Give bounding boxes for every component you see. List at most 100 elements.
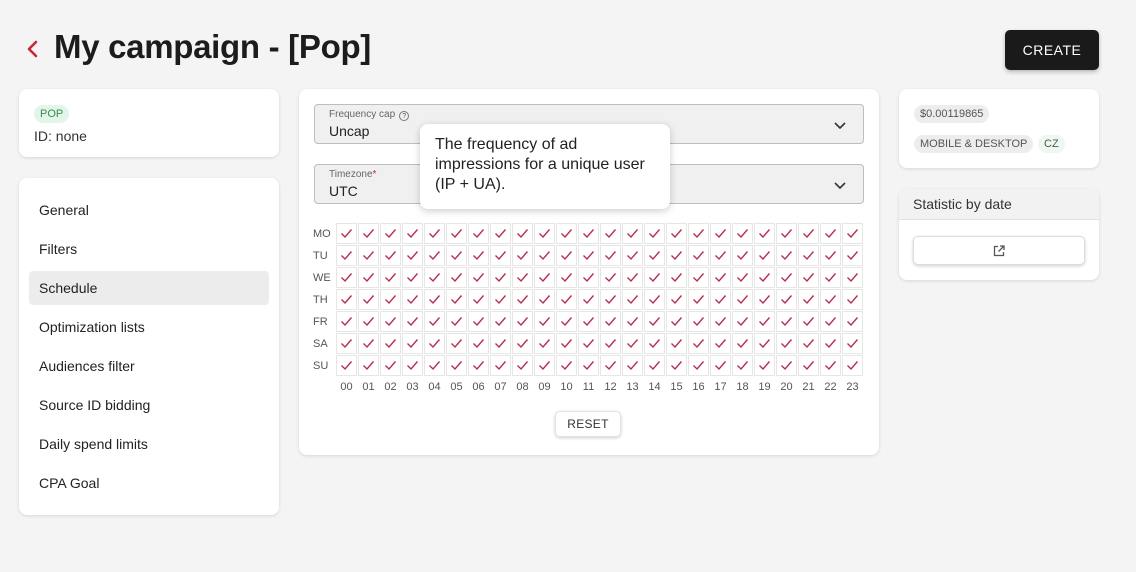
schedule-cell[interactable] <box>688 267 709 288</box>
schedule-cell[interactable] <box>424 333 445 354</box>
schedule-cell[interactable] <box>754 289 775 310</box>
schedule-cell[interactable] <box>776 355 797 376</box>
schedule-cell[interactable] <box>380 267 401 288</box>
schedule-cell[interactable] <box>666 223 687 244</box>
hour-label-13[interactable]: 13 <box>622 381 643 393</box>
schedule-cell[interactable] <box>754 267 775 288</box>
schedule-cell[interactable] <box>776 267 797 288</box>
hour-label-19[interactable]: 19 <box>754 381 775 393</box>
schedule-cell[interactable] <box>402 311 423 332</box>
schedule-cell[interactable] <box>556 267 577 288</box>
schedule-cell[interactable] <box>600 311 621 332</box>
schedule-cell[interactable] <box>798 223 819 244</box>
schedule-cell[interactable] <box>622 267 643 288</box>
schedule-cell[interactable] <box>468 311 489 332</box>
schedule-cell[interactable] <box>578 267 599 288</box>
schedule-cell[interactable] <box>666 333 687 354</box>
schedule-cell[interactable] <box>578 289 599 310</box>
nav-item-source-id-bidding[interactable]: Source ID bidding <box>29 388 269 422</box>
hour-label-07[interactable]: 07 <box>490 381 511 393</box>
schedule-cell[interactable] <box>600 223 621 244</box>
day-label-tu[interactable]: TU <box>313 250 335 262</box>
schedule-cell[interactable] <box>600 333 621 354</box>
schedule-cell[interactable] <box>490 267 511 288</box>
schedule-cell[interactable] <box>798 245 819 266</box>
schedule-cell[interactable] <box>556 223 577 244</box>
schedule-cell[interactable] <box>732 223 753 244</box>
schedule-cell[interactable] <box>424 267 445 288</box>
hour-label-15[interactable]: 15 <box>666 381 687 393</box>
schedule-cell[interactable] <box>578 223 599 244</box>
schedule-cell[interactable] <box>424 245 445 266</box>
schedule-cell[interactable] <box>490 223 511 244</box>
nav-item-daily-spend-limits[interactable]: Daily spend limits <box>29 427 269 461</box>
schedule-cell[interactable] <box>380 223 401 244</box>
schedule-cell[interactable] <box>468 223 489 244</box>
hour-label-14[interactable]: 14 <box>644 381 665 393</box>
hour-label-11[interactable]: 11 <box>578 381 599 393</box>
schedule-cell[interactable] <box>754 223 775 244</box>
schedule-cell[interactable] <box>446 355 467 376</box>
hour-label-01[interactable]: 01 <box>358 381 379 393</box>
schedule-cell[interactable] <box>600 289 621 310</box>
schedule-cell[interactable] <box>732 333 753 354</box>
schedule-cell[interactable] <box>534 311 555 332</box>
schedule-cell[interactable] <box>622 223 643 244</box>
schedule-cell[interactable] <box>446 223 467 244</box>
schedule-cell[interactable] <box>710 267 731 288</box>
schedule-cell[interactable] <box>556 311 577 332</box>
schedule-cell[interactable] <box>556 355 577 376</box>
schedule-cell[interactable] <box>380 289 401 310</box>
schedule-cell[interactable] <box>798 311 819 332</box>
schedule-cell[interactable] <box>358 311 379 332</box>
back-chevron-icon[interactable] <box>22 36 44 62</box>
schedule-cell[interactable] <box>402 223 423 244</box>
schedule-cell[interactable] <box>490 311 511 332</box>
schedule-cell[interactable] <box>380 245 401 266</box>
schedule-cell[interactable] <box>644 355 665 376</box>
hour-label-20[interactable]: 20 <box>776 381 797 393</box>
nav-item-filters[interactable]: Filters <box>29 232 269 266</box>
schedule-cell[interactable] <box>798 289 819 310</box>
schedule-cell[interactable] <box>644 311 665 332</box>
schedule-cell[interactable] <box>666 289 687 310</box>
schedule-cell[interactable] <box>644 245 665 266</box>
nav-item-cpa-goal[interactable]: CPA Goal <box>29 466 269 500</box>
schedule-cell[interactable] <box>666 355 687 376</box>
schedule-cell[interactable] <box>358 333 379 354</box>
hour-label-03[interactable]: 03 <box>402 381 423 393</box>
schedule-cell[interactable] <box>336 223 357 244</box>
schedule-cell[interactable] <box>666 267 687 288</box>
schedule-cell[interactable] <box>644 333 665 354</box>
schedule-cell[interactable] <box>512 333 533 354</box>
schedule-cell[interactable] <box>336 245 357 266</box>
schedule-cell[interactable] <box>490 289 511 310</box>
schedule-cell[interactable] <box>754 333 775 354</box>
schedule-cell[interactable] <box>534 223 555 244</box>
schedule-cell[interactable] <box>688 333 709 354</box>
hour-label-05[interactable]: 05 <box>446 381 467 393</box>
schedule-cell[interactable] <box>534 267 555 288</box>
schedule-cell[interactable] <box>732 355 753 376</box>
schedule-cell[interactable] <box>534 289 555 310</box>
schedule-cell[interactable] <box>842 267 863 288</box>
schedule-cell[interactable] <box>424 289 445 310</box>
schedule-cell[interactable] <box>468 267 489 288</box>
schedule-cell[interactable] <box>776 289 797 310</box>
schedule-cell[interactable] <box>754 355 775 376</box>
schedule-cell[interactable] <box>446 245 467 266</box>
schedule-cell[interactable] <box>402 355 423 376</box>
hour-label-23[interactable]: 23 <box>842 381 863 393</box>
schedule-cell[interactable] <box>556 245 577 266</box>
schedule-cell[interactable] <box>820 333 841 354</box>
schedule-cell[interactable] <box>776 223 797 244</box>
schedule-cell[interactable] <box>842 355 863 376</box>
schedule-cell[interactable] <box>468 355 489 376</box>
schedule-cell[interactable] <box>710 289 731 310</box>
schedule-cell[interactable] <box>688 355 709 376</box>
schedule-cell[interactable] <box>534 333 555 354</box>
hour-label-06[interactable]: 06 <box>468 381 489 393</box>
schedule-cell[interactable] <box>402 289 423 310</box>
schedule-cell[interactable] <box>578 355 599 376</box>
day-label-su[interactable]: SU <box>313 360 335 372</box>
